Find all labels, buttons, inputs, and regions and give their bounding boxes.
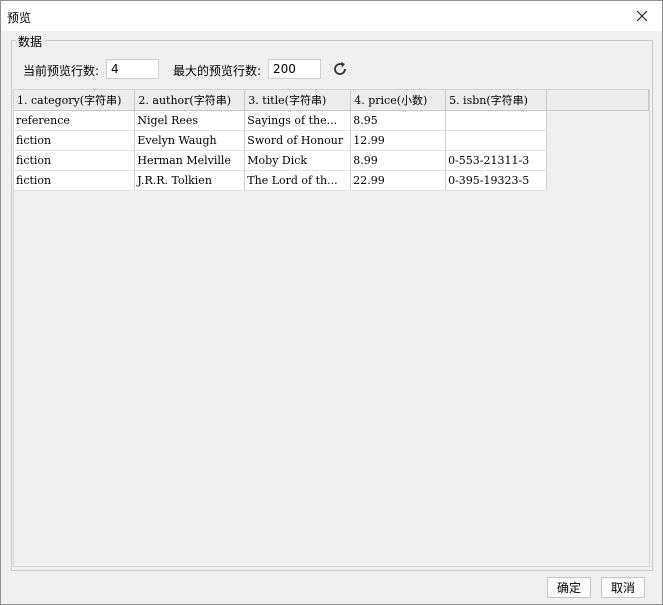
table-cell[interactable]: Sayings of the...: [244, 110, 352, 131]
ok-button[interactable]: 确定: [547, 577, 591, 598]
table-row[interactable]: reference Nigel Rees Sayings of the... 8…: [14, 110, 649, 131]
close-button[interactable]: [622, 1, 662, 31]
table-row[interactable]: fiction J.R.R. Tolkien The Lord of th...…: [14, 170, 649, 191]
column-header-category[interactable]: 1. category(字符串): [14, 90, 136, 111]
max-rows-label: 最大的预览行数:: [173, 64, 262, 78]
table-cell[interactable]: Herman Melville: [134, 150, 246, 171]
column-header-author[interactable]: 2. author(字符串): [134, 90, 246, 111]
refresh-icon[interactable]: [331, 60, 349, 78]
current-rows-field[interactable]: 4: [106, 59, 159, 79]
table-cell[interactable]: 8.99: [350, 150, 447, 171]
title-bar: 预览: [1, 1, 662, 31]
table-cell[interactable]: 0-395-19323-5: [445, 170, 547, 191]
column-header-title[interactable]: 3. title(字符串): [244, 90, 352, 111]
column-header-price[interactable]: 4. price(小数): [350, 90, 447, 111]
cancel-button[interactable]: 取消: [601, 577, 645, 598]
table-cell[interactable]: The Lord of th...: [244, 170, 352, 191]
table-cell[interactable]: fiction: [14, 130, 136, 151]
column-header-filler: [546, 90, 650, 111]
table-cell[interactable]: J.R.R. Tolkien: [134, 170, 246, 191]
table-row[interactable]: fiction Herman Melville Moby Dick 8.99 0…: [14, 150, 649, 171]
table-cell[interactable]: 12.99: [350, 130, 447, 151]
close-icon: [636, 10, 648, 22]
window-title: 预览: [7, 11, 32, 25]
preview-dialog: 预览 数据 当前预览行数: 4 最大的预览行数: 200 1. category…: [0, 0, 663, 605]
table-cell[interactable]: 0-553-21311-3: [445, 150, 547, 171]
max-rows-field[interactable]: 200: [268, 59, 321, 79]
table-cell[interactable]: Evelyn Waugh: [134, 130, 246, 151]
preview-table-area[interactable]: 1. category(字符串) 2. author(字符串) 3. title…: [13, 89, 650, 567]
table-cell[interactable]: Sword of Honour: [244, 130, 352, 151]
table-cell[interactable]: reference: [14, 110, 136, 131]
table-cell[interactable]: 8.95: [350, 110, 447, 131]
table-cell[interactable]: fiction: [14, 170, 136, 191]
group-label: 数据: [16, 33, 45, 50]
column-header-isbn[interactable]: 5. isbn(字符串): [445, 90, 547, 111]
current-rows-label: 当前预览行数:: [23, 64, 100, 78]
table-cell[interactable]: 22.99: [350, 170, 447, 191]
table-row[interactable]: fiction Evelyn Waugh Sword of Honour 12.…: [14, 130, 649, 151]
table-cell[interactable]: Nigel Rees: [134, 110, 246, 131]
preview-table: 1. category(字符串) 2. author(字符串) 3. title…: [14, 90, 650, 191]
table-cell[interactable]: [445, 110, 547, 131]
table-cell[interactable]: [445, 130, 547, 151]
table-cell[interactable]: fiction: [14, 150, 136, 171]
table-cell[interactable]: Moby Dick: [244, 150, 352, 171]
table-header-row: 1. category(字符串) 2. author(字符串) 3. title…: [14, 90, 650, 111]
